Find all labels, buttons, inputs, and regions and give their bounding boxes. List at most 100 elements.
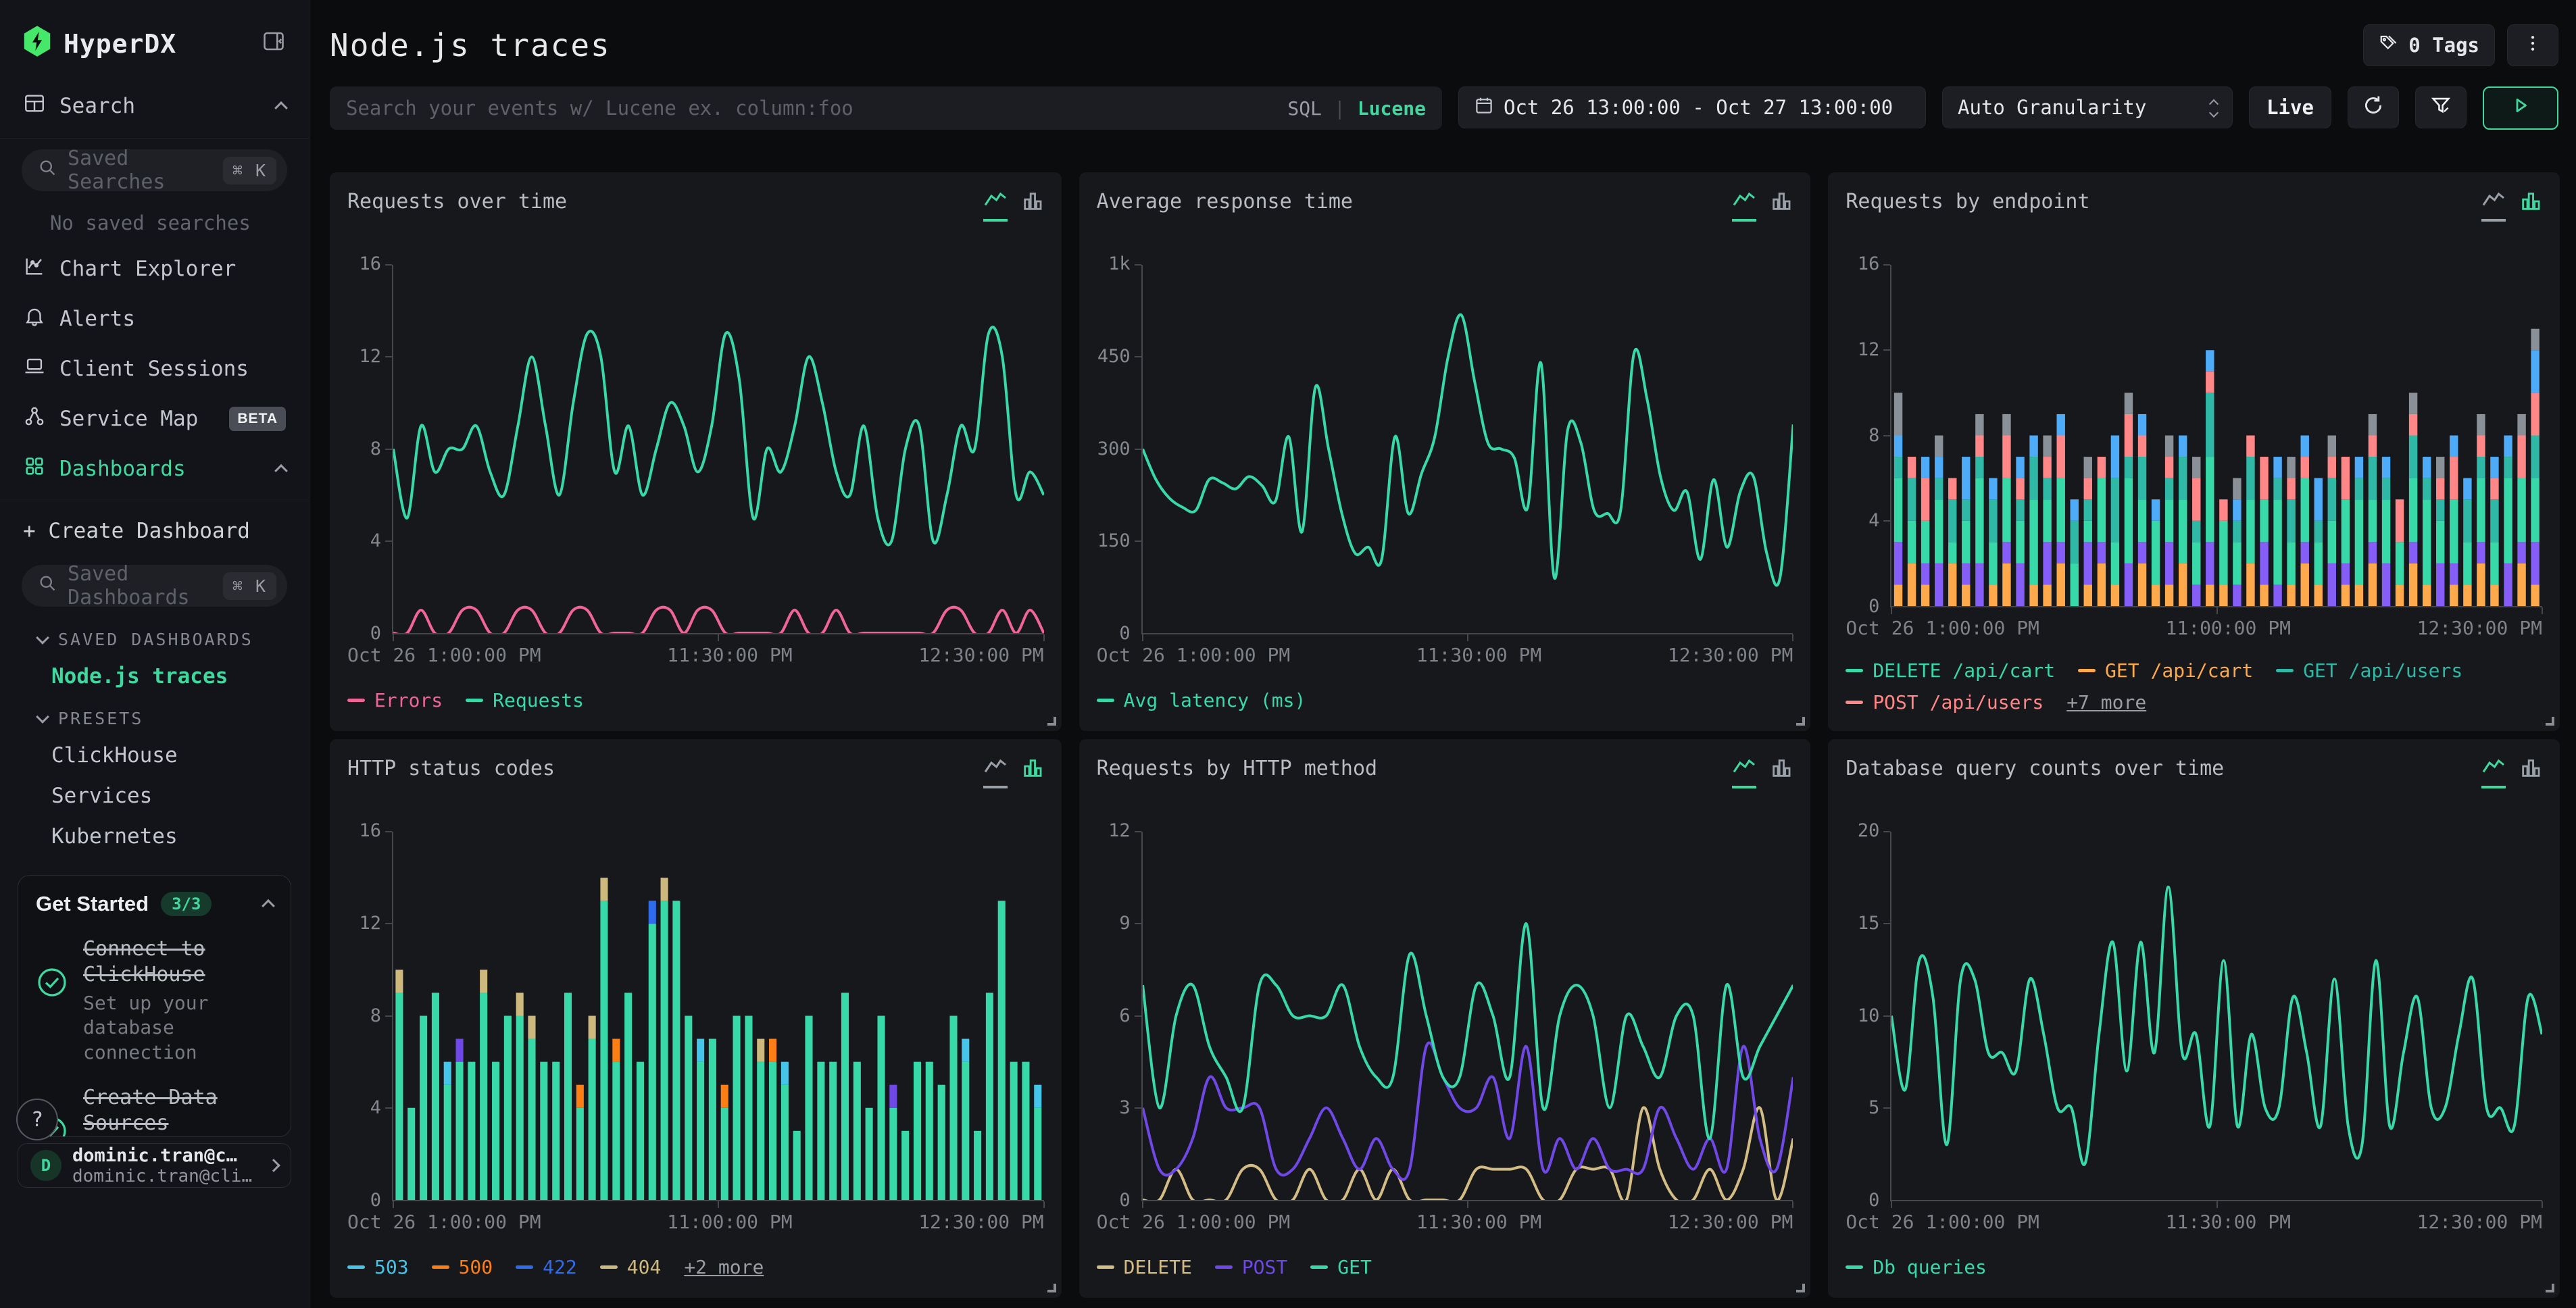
chevron-up-icon bbox=[274, 464, 288, 478]
y-tick-label: 6 bbox=[1119, 1005, 1130, 1026]
line-chart-view-icon[interactable] bbox=[2481, 190, 2506, 222]
legend-more-link[interactable]: +7 more bbox=[2066, 691, 2146, 713]
sql-toggle[interactable]: SQL bbox=[1287, 97, 1322, 120]
sidebar-item-label: Alerts bbox=[59, 307, 286, 331]
bar-chart-view-icon[interactable] bbox=[2519, 757, 2542, 785]
x-axis-labels: Oct 26 1:00:00 PM 11:30:00 PM 12:30:00 P… bbox=[1846, 1211, 2542, 1233]
plot-area bbox=[1890, 832, 2542, 1201]
sidebar-item-search[interactable]: Search bbox=[0, 81, 309, 131]
lucene-toggle[interactable]: Lucene bbox=[1358, 97, 1426, 120]
date-range-picker[interactable]: Oct 26 13:00:00 - Oct 27 13:00:00 bbox=[1458, 86, 1926, 128]
sidebar-item-label: Dashboards bbox=[59, 457, 263, 481]
chart-title: Requests by endpoint bbox=[1846, 190, 2481, 213]
x-label-end: 12:30:00 PM bbox=[2417, 617, 2542, 639]
presets-section-header[interactable]: PRESETS bbox=[0, 697, 309, 735]
bar-chart-view-icon[interactable] bbox=[2519, 190, 2542, 218]
page-header: Node.js traces 0 Tags bbox=[309, 0, 2576, 66]
tags-button[interactable]: 0 Tags bbox=[2363, 24, 2495, 66]
legend-item[interactable]: GET /api/users bbox=[2276, 659, 2462, 682]
chevron-up-icon[interactable] bbox=[262, 899, 275, 913]
resize-handle[interactable] bbox=[1047, 1284, 1056, 1292]
resize-handle[interactable] bbox=[1796, 717, 1805, 726]
get-started-step[interactable]: Connect to ClickHouse Set up your databa… bbox=[36, 936, 273, 1065]
legend-item[interactable]: DELETE bbox=[1097, 1256, 1192, 1278]
y-tick-label: 12 bbox=[359, 346, 381, 367]
legend-item[interactable]: 404 bbox=[600, 1256, 662, 1278]
resize-handle[interactable] bbox=[2546, 1284, 2554, 1292]
resize-handle[interactable] bbox=[1796, 1284, 1805, 1292]
preset-item-kubernetes[interactable]: Kubernetes bbox=[0, 816, 309, 857]
chart-title: HTTP status codes bbox=[347, 757, 983, 780]
saved-dashboards-input[interactable]: Saved Dashboards ⌘ K bbox=[22, 565, 287, 607]
legend-item[interactable]: 422 bbox=[516, 1256, 577, 1278]
more-options-button[interactable] bbox=[2507, 24, 2558, 66]
preset-item-services[interactable]: Services bbox=[0, 776, 309, 816]
legend[interactable]: DELETE POST GET bbox=[1097, 1253, 1793, 1280]
legend[interactable]: 503 500 422 404 +2 more bbox=[347, 1253, 1044, 1280]
saved-searches-input[interactable]: Saved Searches ⌘ K bbox=[22, 149, 287, 191]
resize-handle[interactable] bbox=[2546, 717, 2554, 726]
live-button[interactable]: Live bbox=[2249, 86, 2331, 128]
filter-button[interactable] bbox=[2415, 86, 2467, 128]
y-tick-label: 12 bbox=[1858, 339, 1880, 360]
y-tick-label: 0 bbox=[1119, 623, 1130, 644]
saved-dashboards-section-header[interactable]: SAVED DASHBOARDS bbox=[0, 618, 309, 656]
x-label-mid: 11:30:00 PM bbox=[2166, 1211, 2291, 1233]
legend-item[interactable]: POST bbox=[1215, 1256, 1287, 1278]
legend-item[interactable]: Errors bbox=[347, 689, 443, 711]
bar-chart-view-icon[interactable] bbox=[1021, 757, 1044, 785]
legend-item[interactable]: Db queries bbox=[1846, 1256, 1987, 1278]
legend-item[interactable]: GET bbox=[1310, 1256, 1372, 1278]
refresh-button[interactable] bbox=[2348, 86, 2399, 128]
sidebar-item-label: Client Sessions bbox=[59, 357, 286, 381]
bar-chart-view-icon[interactable] bbox=[1770, 757, 1793, 785]
legend-item[interactable]: 500 bbox=[432, 1256, 493, 1278]
legend[interactable]: Avg latency (ms) bbox=[1097, 686, 1793, 713]
y-tick-label: 150 bbox=[1097, 530, 1131, 551]
event-search-input[interactable]: Search your events w/ Lucene ex. column:… bbox=[330, 86, 1442, 130]
legend[interactable]: Errors Requests bbox=[347, 686, 1044, 713]
user-menu[interactable]: D dominic.tran@c… dominic.tran@cli… bbox=[18, 1143, 291, 1188]
legend-item[interactable]: Avg latency (ms) bbox=[1097, 689, 1306, 711]
resize-handle[interactable] bbox=[1047, 717, 1056, 726]
line-chart-view-icon[interactable] bbox=[983, 190, 1008, 222]
y-tick-label: 300 bbox=[1097, 438, 1131, 459]
line-chart-view-icon[interactable] bbox=[983, 757, 1008, 788]
search-icon bbox=[38, 574, 57, 598]
line-chart-view-icon[interactable] bbox=[2481, 757, 2506, 788]
tags-label: 0 Tags bbox=[2408, 34, 2479, 57]
sidebar-item-dashboards[interactable]: Dashboards bbox=[0, 444, 309, 494]
collapse-sidebar-icon[interactable] bbox=[262, 29, 286, 59]
legend-item[interactable]: POST /api/users bbox=[1846, 691, 2044, 713]
section-header-label: SAVED DASHBOARDS bbox=[58, 630, 253, 649]
sidebar-item-alerts[interactable]: Alerts bbox=[0, 294, 309, 344]
create-dashboard-button[interactable]: + Create Dashboard bbox=[0, 508, 309, 554]
legend-more-link[interactable]: +2 more bbox=[684, 1256, 764, 1278]
line-chart-view-icon[interactable] bbox=[1732, 190, 1756, 222]
legend-item[interactable]: GET /api/cart bbox=[2078, 659, 2253, 682]
preset-item-clickhouse[interactable]: ClickHouse bbox=[0, 735, 309, 776]
y-tick-label: 16 bbox=[1858, 253, 1880, 274]
line-chart-view-icon[interactable] bbox=[1732, 757, 1756, 788]
help-button[interactable]: ? bbox=[16, 1099, 58, 1140]
bar-chart-view-icon[interactable] bbox=[1770, 190, 1793, 218]
run-query-button[interactable] bbox=[2483, 86, 2558, 130]
page-title: Node.js traces bbox=[330, 27, 2363, 64]
get-started-step[interactable]: Create Data Sources Configure where your… bbox=[36, 1085, 273, 1137]
granularity-select[interactable]: Auto Granularity bbox=[1942, 86, 2233, 128]
legend-item[interactable]: DELETE /api/cart bbox=[1846, 659, 2055, 682]
legend-item[interactable]: Requests bbox=[466, 689, 584, 711]
legend-item[interactable]: 503 bbox=[347, 1256, 409, 1278]
hyperdx-dashboard-page: { "sidebar": { "brand": "HyperDX", "sear… bbox=[0, 0, 2576, 1308]
chart-card-database-query-counts: Database query counts over time 05101520… bbox=[1828, 739, 2560, 1298]
bar-chart-view-icon[interactable] bbox=[1021, 190, 1044, 218]
plot-area bbox=[392, 832, 1044, 1201]
legend[interactable]: Db queries bbox=[1846, 1253, 2542, 1280]
sidebar-item-service-map[interactable]: Service Map BETA bbox=[0, 394, 309, 444]
legend[interactable]: DELETE /api/cart GET /api/cart GET /api/us… bbox=[1846, 659, 2542, 713]
dashboard-item-nodejs-traces[interactable]: Node.js traces bbox=[0, 656, 309, 697]
sidebar-item-chart-explorer[interactable]: Chart Explorer bbox=[0, 244, 309, 294]
y-tick-label: 0 bbox=[370, 623, 381, 644]
sidebar-item-client-sessions[interactable]: Client Sessions bbox=[0, 344, 309, 394]
beta-badge: BETA bbox=[229, 407, 286, 431]
